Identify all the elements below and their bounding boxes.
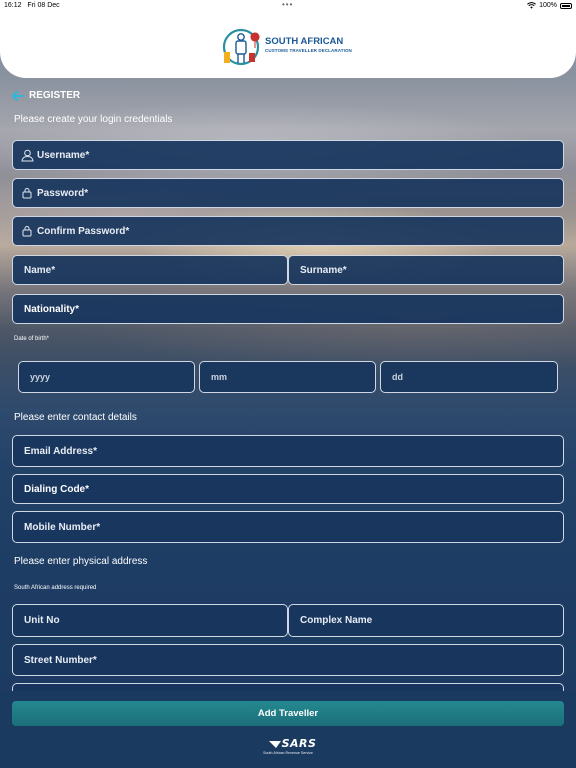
- app-header: SOUTH AFRICAN CUSTOMS TRAVELLER DECLARAT…: [0, 12, 576, 78]
- nationality-select[interactable]: Nationality*: [12, 294, 564, 324]
- wifi-icon: [527, 2, 537, 9]
- name-placeholder: Name*: [24, 264, 56, 276]
- unit-number-field[interactable]: Unit No: [12, 604, 288, 637]
- email-field[interactable]: Email Address*: [12, 435, 564, 467]
- name-field[interactable]: Name*: [12, 255, 288, 285]
- battery-percent: 100%: [539, 2, 557, 9]
- logo-title: SOUTH AFRICAN: [265, 36, 344, 47]
- next-address-field[interactable]: [12, 683, 564, 691]
- street-number-field[interactable]: Street Number*: [12, 644, 564, 676]
- status-time: 16:12 Fri 08 Dec: [4, 2, 60, 9]
- date-of-birth-label: Date of birth*: [14, 336, 50, 342]
- sars-swoosh-icon: [268, 741, 281, 748]
- mobile-placeholder: Mobile Number*: [24, 521, 101, 533]
- confirm-password-field[interactable]: Confirm Password*: [12, 216, 564, 246]
- password-field[interactable]: Password*: [12, 178, 564, 208]
- lock-icon: [20, 186, 34, 200]
- username-placeholder: Username*: [37, 149, 90, 161]
- username-field[interactable]: Username*: [12, 140, 564, 170]
- sars-logo: SARS South African Revenue Service: [258, 737, 318, 763]
- dob-month-field[interactable]: mm: [199, 361, 376, 393]
- address-intro: Please enter physical address: [14, 556, 148, 567]
- surname-field[interactable]: Surname*: [288, 255, 564, 285]
- dob-day-field[interactable]: dd: [380, 361, 558, 393]
- app-logo: SOUTH AFRICAN CUSTOMS TRAVELLER DECLARAT…: [220, 26, 360, 70]
- multitask-dots-icon[interactable]: •••: [282, 0, 293, 9]
- lock-icon: [20, 224, 34, 238]
- add-traveller-button[interactable]: Add Traveller: [12, 701, 564, 726]
- confirm-password-placeholder: Confirm Password*: [37, 225, 130, 237]
- dob-year-placeholder: yyyy: [30, 372, 51, 382]
- status-bar: 16:12 Fri 08 Dec ••• 100%: [0, 0, 576, 12]
- sars-brand: SARS: [266, 737, 318, 750]
- address-note: South African address required: [14, 585, 97, 591]
- register-form: REGISTER Please create your login creden…: [0, 0, 576, 768]
- user-icon: [20, 148, 34, 162]
- street-number-placeholder: Street Number*: [24, 654, 97, 666]
- status-right: 100%: [527, 2, 572, 9]
- surname-placeholder: Surname*: [300, 264, 347, 276]
- mobile-number-field[interactable]: Mobile Number*: [12, 511, 564, 543]
- traveller-logo-icon: [222, 28, 260, 66]
- battery-icon: [560, 2, 572, 9]
- dob-day-placeholder: dd: [392, 372, 403, 382]
- credentials-intro: Please create your login credentials: [14, 114, 173, 125]
- logo-subtitle: CUSTOMS TRAVELLER DECLARATION: [265, 48, 352, 53]
- dialing-code-select[interactable]: Dialing Code*: [12, 474, 564, 504]
- dob-month-placeholder: mm: [211, 372, 228, 382]
- sars-tagline: South African Revenue Service: [263, 751, 313, 755]
- back-button[interactable]: REGISTER: [12, 90, 80, 101]
- complex-placeholder: Complex Name: [300, 615, 373, 626]
- contact-intro: Please enter contact details: [14, 412, 137, 423]
- dob-year-field[interactable]: yyyy: [18, 361, 195, 393]
- unit-placeholder: Unit No: [24, 615, 60, 626]
- dialing-code-placeholder: Dialing Code*: [24, 483, 90, 495]
- nationality-placeholder: Nationality*: [24, 303, 80, 315]
- complex-name-field[interactable]: Complex Name: [288, 604, 564, 637]
- email-placeholder: Email Address*: [24, 445, 97, 457]
- password-placeholder: Password*: [37, 187, 89, 199]
- page-title: REGISTER: [29, 90, 81, 101]
- arrow-left-icon: [12, 90, 24, 101]
